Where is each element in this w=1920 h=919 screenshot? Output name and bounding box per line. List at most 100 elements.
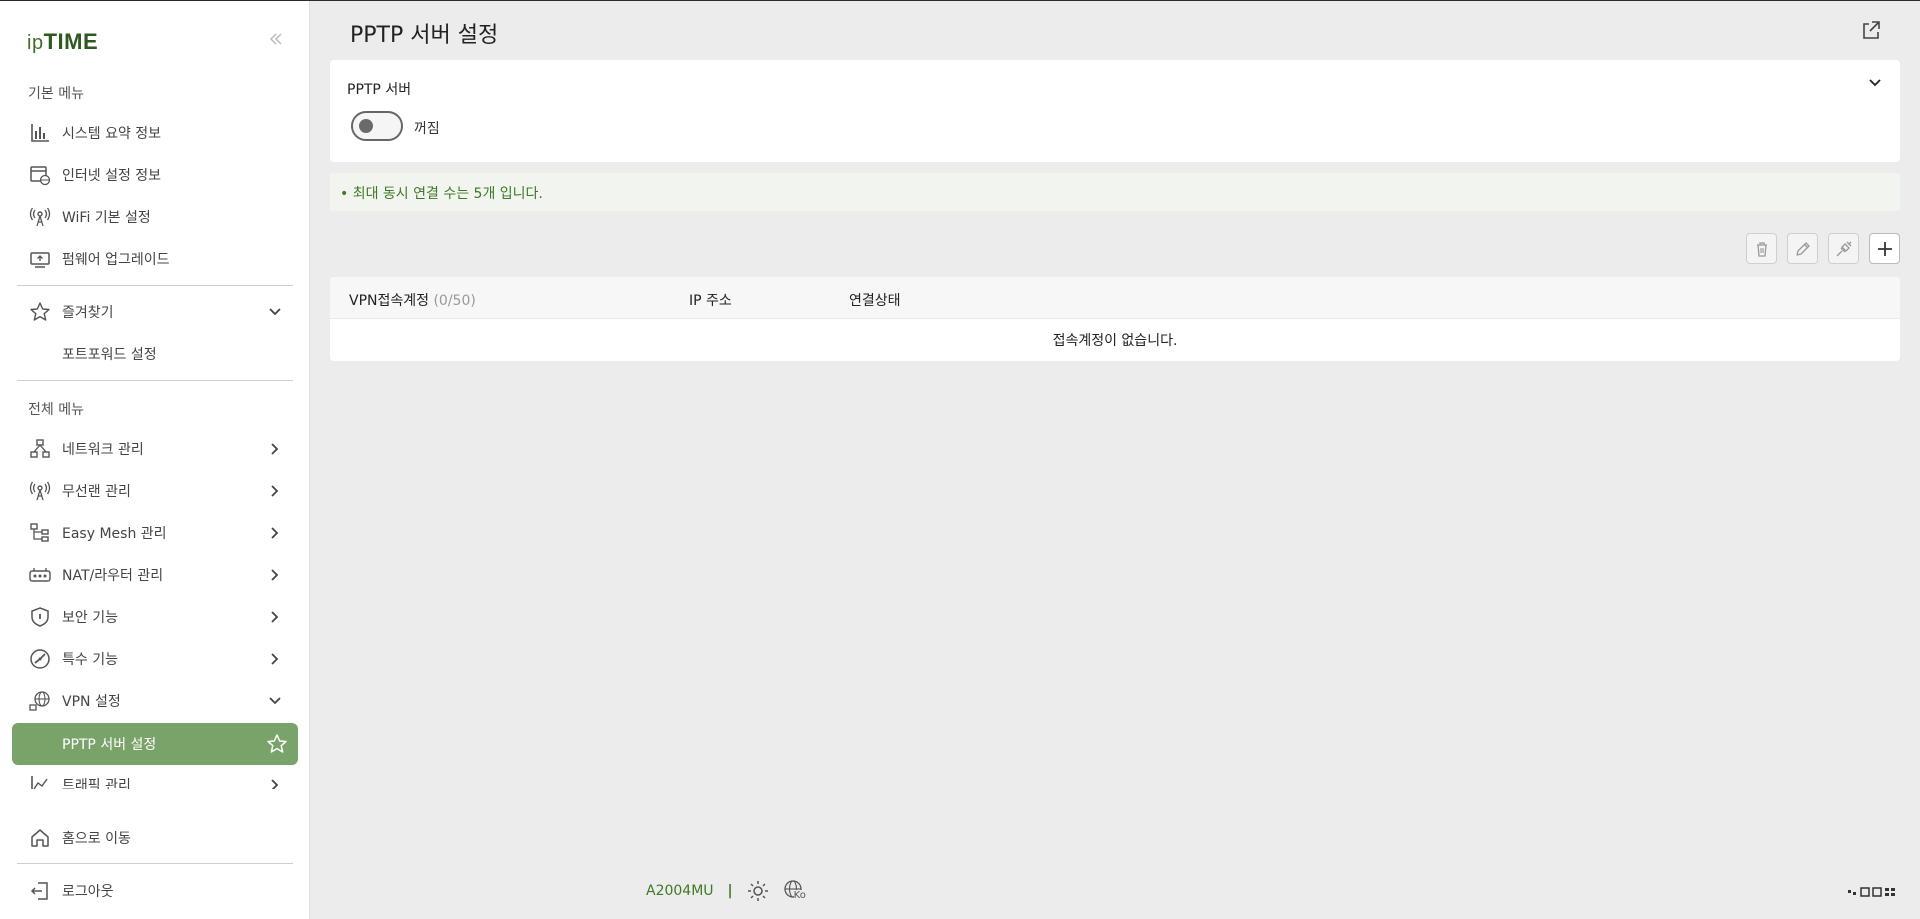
column-header-ip[interactable]: IP 주소 xyxy=(689,290,732,310)
sidebar-item-label: 포트포워드 설정 xyxy=(62,347,157,363)
chevron-down-icon[interactable] xyxy=(266,692,284,710)
export-icon[interactable] xyxy=(1860,19,1882,41)
sidebar-item-label: 트래픽 관리 xyxy=(62,778,131,789)
account-count: (0/50) xyxy=(433,293,476,309)
sidebar-item-label: 즐겨찾기 xyxy=(62,305,114,321)
main-content: PPTP 서버 설정 PPTP 서버 꺼짐 • 최대 동시 연결 수는 5개 입… xyxy=(311,1,1920,919)
vpn-globe-icon xyxy=(28,689,52,713)
language-button[interactable]: Ko xyxy=(783,879,807,903)
sidebar-item-nat-router[interactable]: NAT/라우터 관리 xyxy=(12,554,298,596)
sidebar-item-security[interactable]: 보안 기능 xyxy=(12,596,298,638)
shield-icon xyxy=(28,605,52,629)
home-icon xyxy=(28,826,52,850)
basic-menu-title: 기본 메뉴 xyxy=(28,86,84,102)
collapse-sidebar-icon[interactable] xyxy=(268,31,284,52)
chevron-right-icon[interactable] xyxy=(266,566,284,584)
sidebar: ipTIME 기본 메뉴 시스템 요약 정보 인터넷 설정 정보 WiFi 기본… xyxy=(0,1,310,919)
logout-link[interactable]: 로그아웃 xyxy=(12,870,298,912)
disconnect-button[interactable] xyxy=(1828,233,1859,264)
bar-chart-icon xyxy=(28,121,52,145)
sidebar-item-label: 보안 기능 xyxy=(62,610,118,626)
empty-table-message: 접속계정이 없습니다. xyxy=(1052,333,1178,349)
pptp-server-card: PPTP 서버 꺼짐 xyxy=(330,60,1900,162)
gauge-icon xyxy=(28,647,52,671)
router-icon xyxy=(28,563,52,587)
sidebar-divider xyxy=(17,380,293,381)
mesh-icon xyxy=(28,521,52,545)
all-menu-title: 전체 메뉴 xyxy=(28,402,84,418)
footer-separator: | xyxy=(727,883,733,899)
pencil-icon xyxy=(1795,241,1810,256)
model-name: A2004MU xyxy=(646,883,714,899)
sidebar-item-label: NAT/라우터 관리 xyxy=(62,568,164,584)
sidebar-item-port-forward[interactable]: 포트포워드 설정 xyxy=(12,333,298,375)
info-message: • 최대 동시 연결 수는 5개 입니다. xyxy=(330,173,1900,211)
chevron-right-icon[interactable] xyxy=(266,524,284,542)
sidebar-divider xyxy=(17,285,293,286)
sidebar-item-firmware[interactable]: 펌웨어 업그레이드 xyxy=(12,238,298,280)
sidebar-item-favorites[interactable]: 즐겨찾기 xyxy=(12,291,298,333)
sidebar-item-wireless[interactable]: 무선랜 관리 xyxy=(12,470,298,512)
network-icon xyxy=(28,437,52,461)
edit-button[interactable] xyxy=(1787,233,1818,264)
page-title: PPTP 서버 설정 xyxy=(350,23,499,48)
internet-settings-icon xyxy=(28,163,52,187)
table-toolbar xyxy=(1746,233,1900,264)
star-icon xyxy=(28,300,52,324)
firmware-icon xyxy=(28,247,52,271)
home-label: 홈으로 이동 xyxy=(62,831,131,847)
add-button[interactable] xyxy=(1869,233,1900,264)
sidebar-item-easy-mesh[interactable]: Easy Mesh 관리 xyxy=(12,512,298,554)
chevron-right-icon[interactable] xyxy=(266,650,284,668)
home-link[interactable]: 홈으로 이동 xyxy=(12,817,298,859)
logout-icon xyxy=(28,879,52,903)
sidebar-item-label: 인터넷 설정 정보 xyxy=(62,168,162,184)
logout-label: 로그아웃 xyxy=(62,884,114,900)
sidebar-item-network[interactable]: 네트워크 관리 xyxy=(12,428,298,470)
chevron-right-icon[interactable] xyxy=(266,776,284,789)
trash-icon xyxy=(1756,241,1767,257)
footer-bar: A2004MU | Ko xyxy=(646,879,807,903)
sidebar-item-label: VPN 설정 xyxy=(62,694,121,710)
sidebar-item-traffic[interactable]: 트래픽 관리 xyxy=(12,771,298,789)
view-mode-icon[interactable] xyxy=(1848,885,1898,899)
column-header-status[interactable]: 연결상태 xyxy=(849,290,901,310)
sidebar-partial-item-clip: 트래픽 관리 xyxy=(0,771,309,789)
chevron-down-icon[interactable] xyxy=(266,303,284,321)
chevron-right-icon[interactable] xyxy=(266,482,284,500)
chevron-right-icon[interactable] xyxy=(266,608,284,626)
column-header-account[interactable]: VPN접속계정 (0/50) xyxy=(349,290,476,310)
sidebar-item-label: 네트워크 관리 xyxy=(62,442,144,458)
iptime-logo[interactable]: ipTIME xyxy=(27,29,98,55)
language-code: Ko xyxy=(793,890,806,901)
sidebar-item-wifi-basic[interactable]: WiFi 기본 설정 xyxy=(12,196,298,238)
sidebar-item-label: PPTP 서버 설정 xyxy=(62,737,157,753)
star-icon[interactable] xyxy=(266,733,288,755)
toggle-state-label: 꺼짐 xyxy=(414,121,440,137)
brightness-icon[interactable] xyxy=(747,880,769,902)
sidebar-item-internet-info[interactable]: 인터넷 설정 정보 xyxy=(12,154,298,196)
pptp-server-toggle[interactable] xyxy=(351,111,403,141)
chevron-right-icon[interactable] xyxy=(266,440,284,458)
sidebar-item-vpn[interactable]: VPN 설정 xyxy=(12,680,298,722)
sidebar-item-label: WiFi 기본 설정 xyxy=(62,210,151,226)
pptp-server-label: PPTP 서버 xyxy=(347,82,412,98)
sidebar-item-label: Easy Mesh 관리 xyxy=(62,526,167,542)
table-header: VPN접속계정 (0/50) IP 주소 연결상태 xyxy=(330,277,1900,319)
plus-icon xyxy=(1877,241,1892,256)
wifi-antenna-icon xyxy=(28,479,52,503)
wifi-antenna-icon xyxy=(28,205,52,229)
sidebar-item-special[interactable]: 특수 기능 xyxy=(12,638,298,680)
sidebar-divider xyxy=(17,863,293,864)
sidebar-item-label: 특수 기능 xyxy=(62,652,118,668)
sidebar-item-system-summary[interactable]: 시스템 요약 정보 xyxy=(12,112,298,154)
sidebar-item-label: 시스템 요약 정보 xyxy=(62,126,162,142)
toggle-knob xyxy=(359,119,373,133)
sidebar-item-label: 펌웨어 업그레이드 xyxy=(62,252,170,268)
delete-button[interactable] xyxy=(1746,233,1777,264)
vpn-account-table: VPN접속계정 (0/50) IP 주소 연결상태 접속계정이 없습니다. xyxy=(330,277,1900,361)
sidebar-item-pptp-server[interactable]: PPTP 서버 설정 xyxy=(12,723,298,765)
traffic-chart-icon xyxy=(28,773,52,789)
chevron-down-icon[interactable] xyxy=(1866,74,1884,92)
plug-icon xyxy=(1836,241,1851,256)
